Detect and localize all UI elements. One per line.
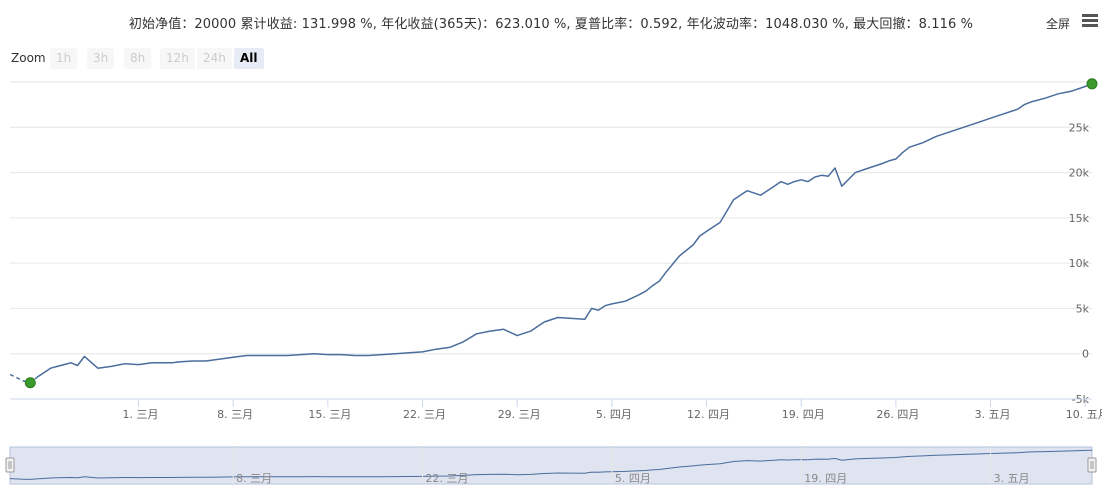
y-tick-label: 25k <box>1069 121 1090 134</box>
x-tick-label: 15. 三月 <box>308 408 351 421</box>
x-tick-label: 19. 四月 <box>782 408 825 421</box>
x-tick-label: 3. 五月 <box>975 408 1011 421</box>
x-tick-label: 1. 三月 <box>122 408 158 421</box>
navigator-tick-label: 22. 三月 <box>426 472 469 485</box>
x-tick-label: 26. 四月 <box>876 408 919 421</box>
x-tick-label: 5. 四月 <box>596 408 632 421</box>
min-point-marker[interactable] <box>24 377 36 389</box>
chart-area: -5k05k10k15k20k25k1. 三月 8. 三月 15. 三月 22. 三月… <box>5 78 1102 485</box>
y-tick-label: 10k <box>1069 257 1090 270</box>
navigator-handle-left[interactable] <box>5 457 15 473</box>
y-tick-label: 0 <box>1082 348 1089 361</box>
navigator-tick-label: 8. 三月 <box>236 472 272 485</box>
navigator-selection[interactable] <box>9 446 1093 485</box>
x-tick-label: 12. 四月 <box>687 408 730 421</box>
series-line <box>36 83 1093 378</box>
navigator-tick-label: 5. 四月 <box>615 472 651 485</box>
y-tick-label: 20k <box>1069 167 1090 180</box>
x-tick-label: 10. 五月 <box>1066 408 1102 421</box>
y-tick-label: 5k <box>1076 302 1090 315</box>
navigator-handle-right[interactable] <box>1087 457 1097 473</box>
y-tick-label: 15k <box>1069 212 1090 225</box>
x-tick-label: 22. 三月 <box>403 408 446 421</box>
x-tick-label: 29. 三月 <box>498 408 541 421</box>
last-point-marker[interactable] <box>1086 78 1098 90</box>
navigator-tick-label: 19. 四月 <box>804 472 847 485</box>
x-tick-label: 8. 三月 <box>217 408 253 421</box>
navigator-tick-label: 3. 五月 <box>994 472 1030 485</box>
